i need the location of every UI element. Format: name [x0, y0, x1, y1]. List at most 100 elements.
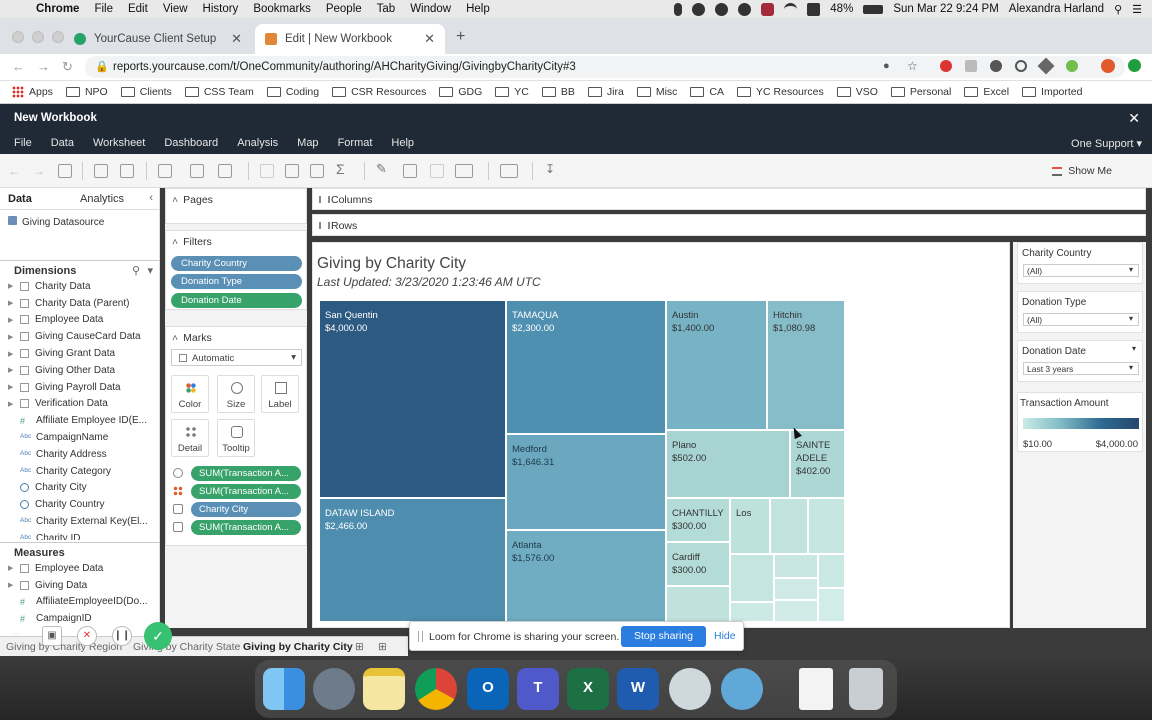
new-dashboard-tab-icon[interactable]: ⊞	[378, 641, 387, 653]
collapse-icon[interactable]: ˄	[172, 236, 178, 248]
clear-sheet-icon[interactable]	[218, 164, 232, 178]
update-icon[interactable]	[1128, 59, 1141, 72]
bookmark-gdg[interactable]: GDG	[439, 86, 482, 98]
status-icon[interactable]	[692, 2, 706, 16]
tb-menu-worksheet[interactable]: Worksheet	[93, 137, 145, 149]
marks-color-button[interactable]: Color	[171, 375, 209, 413]
marks-detail-button[interactable]: Detail	[171, 419, 209, 457]
labels-icon[interactable]	[403, 164, 417, 178]
word-icon[interactable]: W	[617, 668, 659, 710]
window-zoom-dot[interactable]	[52, 31, 64, 43]
undo-icon[interactable]: ←	[8, 164, 22, 178]
loom-extension-icon[interactable]	[1015, 60, 1027, 72]
filter-pill-donation-date[interactable]: Donation Date	[171, 293, 302, 308]
treemap-cell[interactable]: TAMAQUA $2,300.00	[506, 300, 666, 434]
field-item[interactable]: Abc CampaignName	[0, 429, 158, 446]
field-item[interactable]: ▶ Giving Grant Data	[0, 345, 158, 362]
more-icon[interactable]: ⋯	[6, 626, 26, 646]
treemap-small-cell[interactable]	[808, 498, 845, 554]
tab-edit-workbook[interactable]: Edit | New Workbook ✕	[255, 24, 445, 54]
donation-type-dropdown[interactable]: (All)	[1023, 313, 1139, 326]
treemap-small-cell[interactable]	[774, 578, 818, 600]
marks-size-button[interactable]: Size	[217, 375, 255, 413]
treemap-cell[interactable]: Los	[730, 498, 770, 554]
menu-app-name[interactable]: Chrome	[36, 3, 79, 15]
bookmark-misc[interactable]: Misc	[636, 86, 677, 98]
field-item[interactable]: ▶ Giving CauseCard Data	[0, 328, 158, 345]
marks-pill-size[interactable]: SUM(Transaction A...	[191, 466, 301, 481]
field-item[interactable]: # AffiliateEmployeeID(Do...	[0, 594, 158, 611]
user-name[interactable]: Alexandra Harland	[1009, 3, 1104, 15]
columns-shelf[interactable]: Columns	[312, 188, 1146, 210]
treemap-cell[interactable]: Medford $1,646.31	[506, 434, 666, 530]
field-item[interactable]: ▶ Employee Data	[0, 560, 158, 577]
tb-menu-dashboard[interactable]: Dashboard	[164, 137, 218, 149]
duplicate-sheet-icon[interactable]	[190, 164, 204, 178]
cancel-recording-icon[interactable]: ✕	[77, 626, 97, 646]
treemap-cell[interactable]: DATAW ISLAND $2,466.00	[319, 498, 506, 622]
treemap-cell[interactable]: Austin $1,400.00	[666, 300, 767, 430]
treemap-cell[interactable]: SAINTE ADELE $402.00	[790, 430, 845, 498]
control-center-icon[interactable]: ☰	[1132, 3, 1142, 16]
sort-ascending-icon[interactable]	[285, 164, 299, 178]
menu-file[interactable]: File	[94, 3, 113, 15]
bookmark-imported[interactable]: Imported	[1022, 86, 1082, 98]
tb-menu-format[interactable]: Format	[338, 137, 373, 149]
mark-type-select[interactable]: Automatic	[171, 349, 302, 366]
document-icon[interactable]	[799, 668, 833, 710]
tb-menu-data[interactable]: Data	[51, 137, 74, 149]
new-datasource-icon[interactable]	[94, 164, 108, 178]
bookmark-personal[interactable]: Personal	[890, 86, 951, 98]
marks-pill-label-amount[interactable]: SUM(Transaction A...	[191, 520, 301, 535]
search-icon[interactable]: ⚲	[132, 264, 140, 277]
treemap-small-cell[interactable]	[818, 554, 845, 588]
apple-icon[interactable]	[14, 2, 28, 16]
format-icon[interactable]	[430, 164, 444, 178]
url-text[interactable]: reports.yourcause.com/t/OneCommunity/aut…	[113, 61, 576, 73]
microphone-icon[interactable]	[674, 2, 683, 16]
save-icon[interactable]	[58, 164, 72, 178]
bookmark-bb[interactable]: BB	[541, 86, 575, 98]
collapse-icon[interactable]: ˄	[172, 194, 178, 206]
marks-pill-color[interactable]: SUM(Transaction A...	[191, 484, 301, 499]
menu-tab[interactable]: Tab	[377, 3, 396, 15]
field-item[interactable]: Charity City	[0, 480, 158, 497]
menu-edit[interactable]: Edit	[128, 3, 148, 15]
bookmark-clients[interactable]: Clients	[120, 86, 172, 98]
menu-view[interactable]: View	[163, 3, 188, 15]
marks-label-button[interactable]: Label	[261, 375, 299, 413]
new-tab-icon[interactable]: +	[456, 28, 465, 46]
field-item[interactable]: ▶ Employee Data	[0, 312, 158, 329]
launchpad-icon[interactable]	[313, 668, 355, 710]
app-icon[interactable]	[721, 668, 763, 710]
filter-pill-charity-country[interactable]: Charity Country	[171, 256, 302, 271]
field-item[interactable]: Abc Charity Address	[0, 446, 158, 463]
one-support-menu[interactable]: One Support ▾	[1071, 137, 1142, 150]
treemap-small-cell[interactable]	[730, 602, 774, 622]
tab-close-icon[interactable]: ✕	[424, 31, 435, 47]
sort-descending-icon[interactable]	[310, 164, 324, 178]
datasource-item[interactable]: Giving Datasource	[8, 216, 104, 228]
swap-icon[interactable]	[260, 164, 274, 178]
bookmark-css-team[interactable]: CSS Team	[184, 86, 254, 98]
collapse-icon[interactable]: ˄	[172, 332, 178, 344]
camera-extension-icon[interactable]	[965, 60, 977, 72]
network-app-icon[interactable]	[669, 668, 711, 710]
filter-menu-icon[interactable]: ▾	[1132, 344, 1136, 353]
bookmark-npo[interactable]: NPO	[65, 86, 108, 98]
finish-recording-icon[interactable]: ✓	[144, 622, 172, 650]
treemap-cell[interactable]: Plano $502.00	[666, 430, 790, 498]
teams-icon[interactable]: T	[517, 668, 559, 710]
excel-icon[interactable]: X	[567, 668, 609, 710]
field-item[interactable]: ▶ Giving Payroll Data	[0, 379, 158, 396]
pause-icon[interactable]: ❙❙	[112, 626, 132, 646]
field-item[interactable]: ▶ Verification Data	[0, 396, 158, 413]
treemap-small-cell[interactable]	[770, 498, 808, 554]
marks-tooltip-button[interactable]: Tooltip	[217, 419, 255, 457]
trash-icon[interactable]	[849, 668, 883, 710]
tab-data[interactable]: Data	[8, 193, 32, 205]
stop-sharing-button[interactable]: Stop sharing	[621, 626, 706, 647]
treemap-small-cell[interactable]	[818, 588, 845, 622]
clock[interactable]: Sun Mar 22 9:24 PM	[893, 3, 998, 15]
camera-icon[interactable]: ▣	[42, 626, 62, 646]
